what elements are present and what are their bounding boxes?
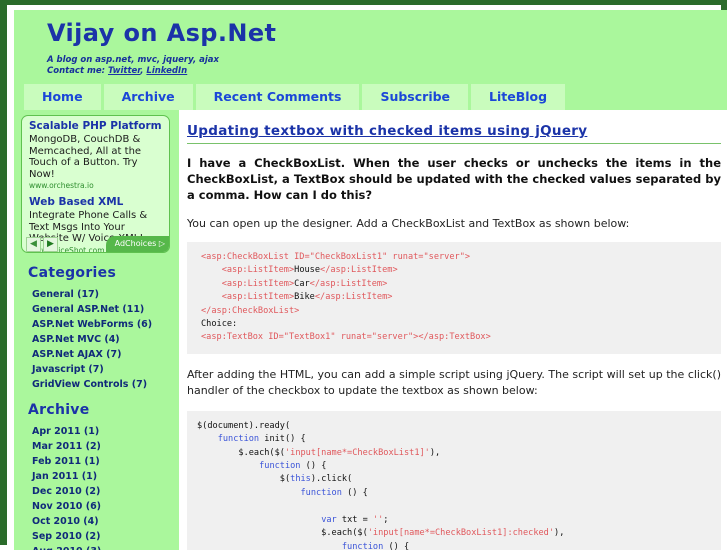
aspx-code-block: <asp:CheckBoxList ID="CheckBoxList1" run… [187, 242, 721, 354]
nav-list: Home Archive Recent Comments Subscribe L… [24, 84, 566, 110]
ad-pager: ◀ ▶ [26, 237, 58, 252]
blog-post: Updating textbox with checked items usin… [187, 120, 721, 550]
category-item-aspnet-ajax[interactable]: ASP.Net AJAX (7) [14, 347, 179, 362]
ad-title[interactable]: Scalable PHP Platform [29, 120, 163, 133]
page-inner: Vijay on Asp.Net A blog on asp.net, mvc,… [14, 10, 727, 550]
main-content: Updating textbox with checked items usin… [179, 110, 727, 550]
ad-title[interactable]: Web Based XML [29, 196, 163, 209]
archive-item-mar-2011[interactable]: Mar 2011 (2) [14, 439, 179, 454]
category-item-javascript[interactable]: Javascript (7) [14, 362, 179, 377]
site-header: Vijay on Asp.Net A blog on asp.net, mvc,… [14, 10, 727, 80]
category-item-general[interactable]: General (17) [14, 287, 179, 302]
main-navigation: Home Archive Recent Comments Subscribe L… [14, 80, 727, 110]
categories-section: Categories General (17) General ASP.Net … [14, 265, 179, 392]
ad-next-icon[interactable]: ▶ [43, 237, 58, 252]
nav-item-subscribe[interactable]: Subscribe [362, 84, 469, 110]
ad-body: MongoDB, CouchDB & Memcached, All at the… [29, 134, 142, 180]
post-question: I have a CheckBoxList. When the user che… [187, 156, 721, 202]
blog-page: Vijay on Asp.Net A blog on asp.net, mvc,… [0, 0, 727, 550]
ad-prev-icon[interactable]: ◀ [26, 237, 41, 252]
archive-item-oct-2010[interactable]: Oct 2010 (4) [14, 514, 179, 529]
site-tagline: A blog on asp.net, mvc, jquery, ajax [47, 55, 220, 65]
post-title[interactable]: Updating textbox with checked items usin… [187, 123, 587, 139]
archive-item-dec-2010[interactable]: Dec 2010 (2) [14, 484, 179, 499]
nav-item-liteblog[interactable]: LiteBlog [471, 84, 566, 110]
site-title: Vijay on Asp.Net [47, 19, 277, 47]
archive-list: Apr 2011 (1) Mar 2011 (2) Feb 2011 (1) J… [14, 424, 179, 550]
linkedin-link[interactable]: LinkedIn [146, 66, 187, 76]
page-frame: Vijay on Asp.Net A blog on asp.net, mvc,… [0, 0, 727, 550]
category-item-gridview-controls[interactable]: GridView Controls (7) [14, 377, 179, 392]
category-item-aspnet-webforms[interactable]: ASP.Net WebForms (6) [14, 317, 179, 332]
nav-item-archive[interactable]: Archive [103, 84, 193, 110]
twitter-link[interactable]: Twitter [108, 66, 140, 76]
categories-list: General (17) General ASP.Net (11) ASP.Ne… [14, 287, 179, 392]
aspx-code-text: <asp:CheckBoxList ID="CheckBoxList1" run… [201, 252, 491, 343]
post-intro: You can open up the designer. Add a Chec… [187, 217, 630, 230]
js-code-text: $(document).ready( function init() { $.e… [197, 420, 565, 550]
ad-unit-1[interactable]: Scalable PHP Platform MongoDB, CouchDB &… [22, 116, 169, 190]
archive-item-apr-2011[interactable]: Apr 2011 (1) [14, 424, 179, 439]
contact-line: Contact me: Twitter, LinkedIn [47, 66, 187, 76]
nav-item-recent-comments[interactable]: Recent Comments [195, 84, 360, 110]
js-code-block: $(document).ready( function init() { $.e… [187, 410, 721, 550]
contact-label: Contact me: [47, 66, 108, 76]
categories-heading: Categories [28, 265, 117, 281]
ad-url: www.orchestra.io [29, 181, 94, 190]
nav-item-home[interactable]: Home [24, 84, 101, 110]
ad-box: Scalable PHP Platform MongoDB, CouchDB &… [21, 115, 170, 253]
category-item-aspnet-mvc[interactable]: ASP.Net MVC (4) [14, 332, 179, 347]
archive-section: Archive Apr 2011 (1) Mar 2011 (2) Feb 20… [14, 402, 179, 550]
archive-item-jan-2011[interactable]: Jan 2011 (1) [14, 469, 179, 484]
ad-footer: ◀ ▶ AdChoices ▷ [22, 236, 169, 252]
archive-heading: Archive [28, 402, 90, 418]
title-divider [187, 143, 721, 144]
archive-item-sep-2010[interactable]: Sep 2010 (2) [14, 529, 179, 544]
archive-item-nov-2010[interactable]: Nov 2010 (6) [14, 499, 179, 514]
archive-item-feb-2011[interactable]: Feb 2011 (1) [14, 454, 179, 469]
adchoices-button[interactable]: AdChoices ▷ [105, 236, 169, 252]
category-item-general-aspnet[interactable]: General ASP.Net (11) [14, 302, 179, 317]
post-script-intro: After adding the HTML, you can add a sim… [187, 367, 721, 397]
sidebar: Scalable PHP Platform MongoDB, CouchDB &… [14, 110, 179, 550]
